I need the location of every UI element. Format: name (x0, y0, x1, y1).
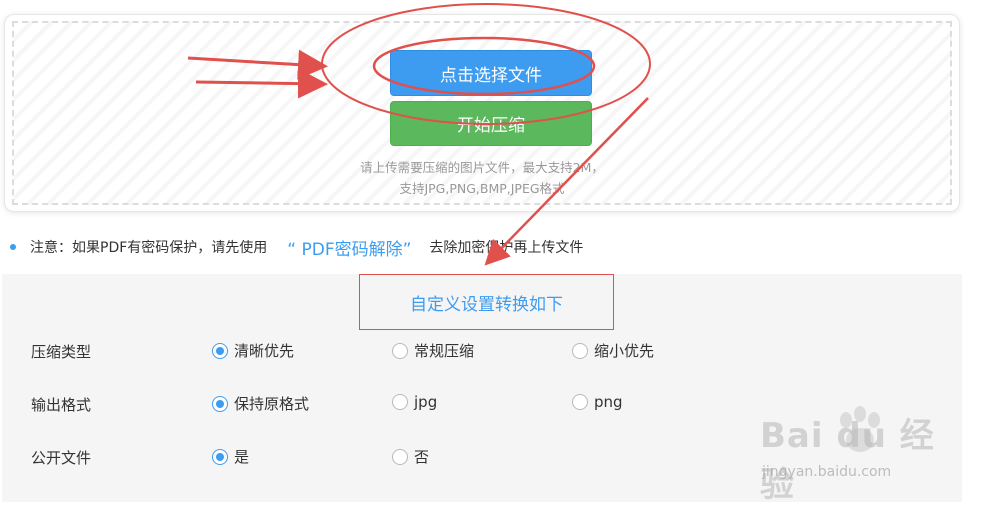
radio-label: 保持原格式 (234, 395, 310, 413)
radio-option-shrink-first[interactable]: 缩小优先 (572, 340, 654, 361)
baidu-jingyan-watermark: Bai du 经验 jingyan.baidu.com (760, 400, 960, 505)
upload-panel: 点击选择文件 开始压缩 请上传需要压缩的图片文件，最大支持2M， 支持JPG,P… (4, 14, 960, 212)
settings-title: 自定义设置转换如下 (359, 274, 614, 330)
upload-hint: 请上传需要压缩的图片文件，最大支持2M， 支持JPG,PNG,BMP,JPEG格… (14, 157, 950, 199)
radio-option-jpg[interactable]: jpg (392, 393, 437, 411)
notice-suffix: 去除加密保护再上传文件 (429, 240, 584, 256)
watermark-url: jingyan.baidu.com (762, 464, 892, 480)
notice-line: 注意：如果PDF有密码保护，请先使用 “ PDF密码解除” 去除加密保护再上传文… (10, 235, 584, 260)
radio-label: 否 (414, 448, 430, 466)
start-compress-button[interactable]: 开始压缩 (390, 101, 592, 146)
upload-dropzone[interactable]: 点击选择文件 开始压缩 请上传需要压缩的图片文件，最大支持2M， 支持JPG,P… (12, 21, 952, 205)
radio-unchecked-icon[interactable] (392, 342, 408, 359)
radio-option-png[interactable]: png (572, 393, 623, 411)
radio-label: 缩小优先 (594, 342, 655, 360)
row-label: 压缩类型 (31, 343, 92, 361)
row-label: 公开文件 (31, 449, 92, 467)
upload-hint-line1: 请上传需要压缩的图片文件，最大支持2M， (360, 160, 604, 175)
page-root: 点击选择文件 开始压缩 请上传需要压缩的图片文件，最大支持2M， 支持JPG,P… (0, 0, 996, 512)
bullet-dot-icon (10, 244, 16, 250)
watermark-brand: Bai du 经验 (760, 416, 935, 505)
settings-row-compress-type: 压缩类型 清晰优先 常规压缩 缩小优先 (2, 338, 962, 364)
radio-unchecked-icon[interactable] (572, 342, 588, 359)
row-label: 输出格式 (31, 396, 92, 414)
radio-checked-icon[interactable] (212, 342, 228, 359)
radio-label: png (594, 393, 623, 411)
radio-unchecked-icon[interactable] (392, 394, 408, 410)
radio-label: jpg (414, 393, 438, 411)
radio-unchecked-icon[interactable] (392, 448, 408, 465)
radio-option-keep-format[interactable]: 保持原格式 (212, 393, 309, 414)
select-file-button[interactable]: 点击选择文件 (390, 50, 592, 96)
upload-hint-line2: 支持JPG,PNG,BMP,JPEG格式 (399, 181, 565, 196)
radio-unchecked-icon[interactable] (572, 394, 588, 410)
radio-label: 是 (234, 448, 250, 466)
radio-option-no[interactable]: 否 (392, 446, 429, 467)
radio-checked-icon[interactable] (212, 395, 228, 412)
radio-option-yes[interactable]: 是 (212, 446, 249, 467)
radio-label: 清晰优先 (234, 342, 295, 360)
radio-option-normal[interactable]: 常规压缩 (392, 340, 474, 361)
notice-prefix: 注意：如果PDF有密码保护，请先使用 (30, 240, 268, 256)
radio-option-clear-first[interactable]: 清晰优先 (212, 340, 294, 361)
radio-label: 常规压缩 (414, 342, 475, 360)
radio-checked-icon[interactable] (212, 448, 228, 465)
pdf-password-remove-link[interactable]: “ PDF密码解除” (287, 235, 411, 260)
